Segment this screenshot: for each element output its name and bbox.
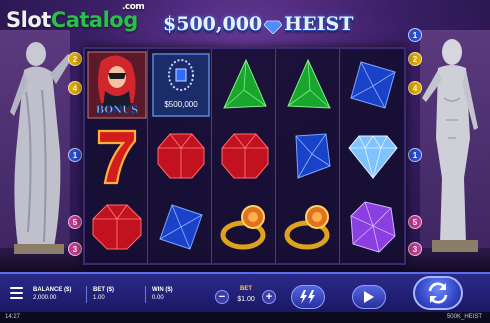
payline-marker: 5 <box>68 215 82 229</box>
reel-grid: BONUS $500,000 <box>83 47 406 265</box>
right-statue-image <box>420 28 490 263</box>
payline-marker: 4 <box>68 81 82 95</box>
reel-2: $500,000 <box>149 49 212 263</box>
emerald-triangle-symbol <box>213 49 276 120</box>
sapphire-symbol <box>149 191 212 262</box>
play-icon <box>364 291 374 303</box>
game-title-heist: HEIST <box>284 13 354 35</box>
logo-dotcom-text: .com <box>122 2 145 12</box>
emerald-triangle-symbol <box>277 49 340 120</box>
amethyst-symbol <box>341 191 404 262</box>
reel-1: BONUS <box>85 49 148 263</box>
slotcatalog-logo: SlotCatalog .com <box>6 2 145 32</box>
red-seven-symbol <box>85 120 148 191</box>
reel-3 <box>213 49 276 263</box>
divider <box>86 286 87 303</box>
win-display: WIN ($) 0.00 <box>152 286 173 302</box>
bet-selector-amount: $1.00 <box>237 296 255 303</box>
gold-ring-symbol <box>213 191 276 262</box>
payline-marker: 4 <box>408 81 422 95</box>
win-label: WIN ($) <box>152 287 173 293</box>
diamond-icon <box>263 17 283 35</box>
reel-4 <box>277 49 340 263</box>
turbo-button[interactable] <box>291 285 325 309</box>
menu-icon[interactable] <box>10 287 23 299</box>
game-id: 500K_HEIST <box>446 314 482 320</box>
payline-marker: 5 <box>408 215 422 229</box>
payline-marker: 2 <box>68 52 82 66</box>
status-bar: 14:27 500K_HEIST <box>0 312 490 323</box>
bet-display: BET ($) 1.00 <box>93 286 114 302</box>
clock-time: 14:27 <box>5 314 21 320</box>
logo-slot-text: Slot <box>6 8 51 32</box>
necklace-value: $500,000 <box>164 100 198 109</box>
spin-button[interactable] <box>413 276 463 310</box>
bonus-label: BONUS <box>95 105 137 116</box>
autoplay-button[interactable] <box>352 285 386 309</box>
balance-display: BALANCE ($) 2,000.00 <box>33 286 71 302</box>
ruby-symbol <box>213 120 276 191</box>
bet-decrease-button[interactable]: − <box>215 290 229 304</box>
diamond-symbol <box>341 120 404 191</box>
sapphire-symbol <box>341 49 404 120</box>
sapphire-symbol <box>277 120 340 191</box>
game-title-logo: $500,000 HEIST <box>163 9 353 39</box>
sapphire-necklace-symbol: $500,000 <box>149 49 212 120</box>
ruby-symbol <box>149 120 212 191</box>
divider <box>145 286 146 303</box>
balance-value: 2,000.00 <box>33 295 57 301</box>
payline-marker: 1 <box>408 28 422 42</box>
bet-label: BET ($) <box>93 287 114 293</box>
win-value: 0.00 <box>152 295 164 301</box>
lightning-icon <box>300 290 315 304</box>
game-scene: SlotCatalog .com $500,000 HEIST 2 4 1 5 … <box>0 0 490 272</box>
gold-ring-symbol <box>277 191 340 262</box>
reel-5 <box>341 49 404 263</box>
ruby-symbol <box>85 191 148 262</box>
payline-marker: 3 <box>68 242 82 256</box>
payline-marker: 2 <box>408 52 422 66</box>
bet-value: 1.00 <box>93 295 105 301</box>
payline-marker: 1 <box>408 148 422 162</box>
left-statue-image <box>4 32 76 262</box>
game-title-amount: $500,000 <box>163 13 263 35</box>
payline-marker: 3 <box>408 242 422 256</box>
bet-increase-button[interactable]: + <box>262 290 276 304</box>
balance-label: BALANCE ($) <box>33 287 72 293</box>
spin-arrows-icon <box>428 282 448 304</box>
payline-marker: 1 <box>68 148 82 162</box>
bonus-woman-symbol: BONUS <box>85 49 148 120</box>
bet-selector-title: BET <box>240 286 252 292</box>
